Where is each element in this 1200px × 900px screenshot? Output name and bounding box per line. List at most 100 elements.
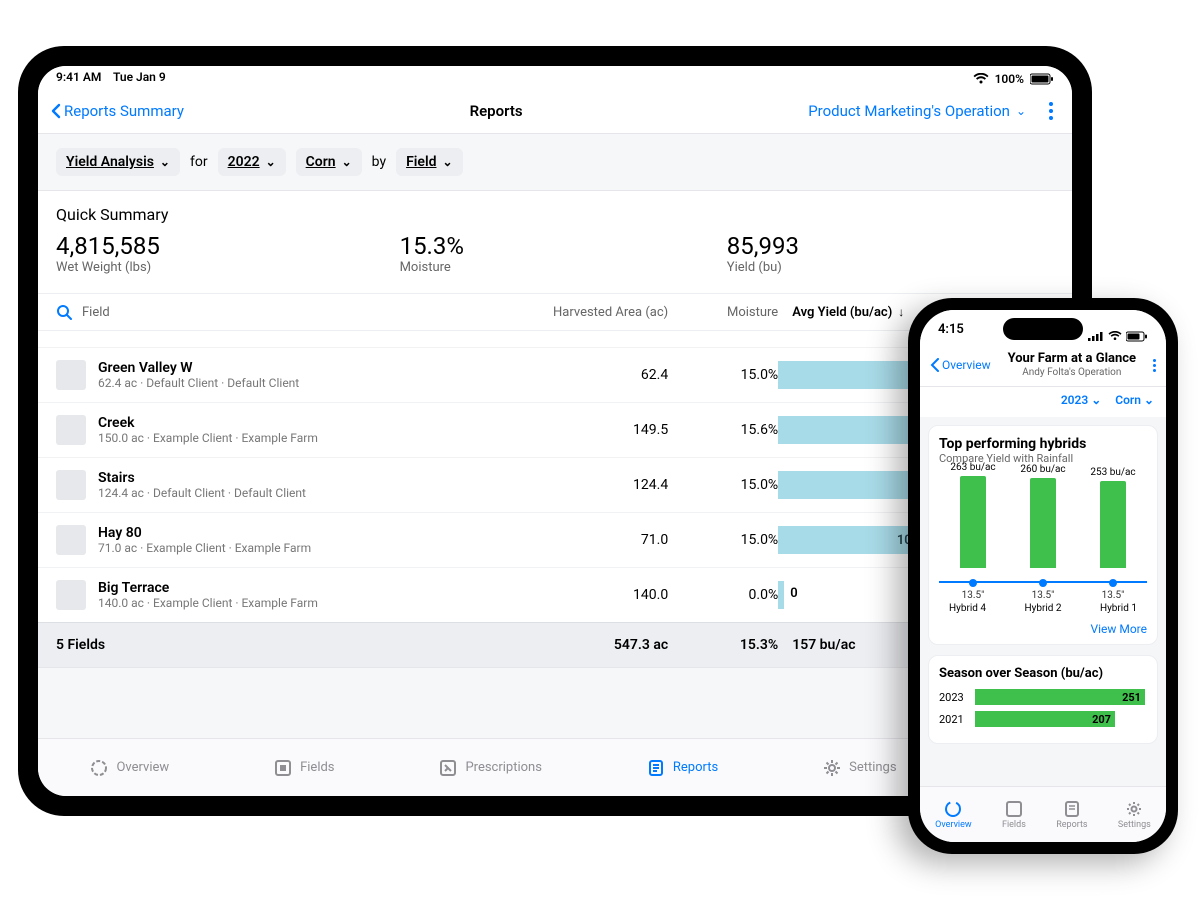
tab-label: Overview	[116, 760, 169, 775]
filter-group[interactable]: Field ⌄	[396, 148, 462, 176]
summary-moisture-label: Moisture	[400, 260, 727, 275]
operation-selector[interactable]: Product Marketing's Operation ⌄	[808, 102, 1026, 120]
tab-settings[interactable]: Settings	[1118, 800, 1151, 830]
tab-fields[interactable]: Fields	[1002, 800, 1026, 830]
cell-moisture: 15.6%	[668, 422, 778, 438]
hybrid-rainfall-value: 13.5"	[1102, 590, 1125, 601]
top-hybrids-card: Top performing hybrids Compare Yield wit…	[928, 425, 1158, 645]
field-thumbnail	[56, 525, 86, 555]
dynamic-island	[1003, 318, 1083, 340]
field-thumbnail	[56, 470, 86, 500]
filter-group-label: Field	[406, 154, 436, 170]
hybrids-chart: 263 bu/ac 13.5" 260 bu/ac 13.5" 253 bu/a…	[939, 471, 1147, 601]
filter-preset[interactable]: Yield Analysis ⌄	[56, 148, 180, 176]
page-title: Your Farm at a Glance	[1008, 352, 1137, 367]
tab-label: Fields	[300, 760, 334, 775]
wifi-icon	[973, 73, 989, 85]
card-title: Top performing hybrids	[939, 436, 1147, 452]
battery-icon	[1126, 331, 1148, 342]
back-button[interactable]: Overview	[930, 358, 991, 372]
reports-icon	[1063, 800, 1081, 818]
field-subtext: 124.4 ac · Default Client · Default Clie…	[98, 486, 306, 500]
search-icon[interactable]	[56, 304, 72, 320]
rainfall-point	[1109, 579, 1117, 587]
iphone-nav-bar: Overview Your Farm at a Glance Andy Folt…	[920, 350, 1166, 387]
tab-reports[interactable]: Reports	[647, 759, 718, 777]
tab-overview[interactable]: Overview	[90, 759, 169, 777]
hybrid-col: 260 bu/ac 13.5"	[1015, 464, 1071, 601]
tab-label: Prescriptions	[465, 760, 541, 775]
totals-moisture: 15.3%	[668, 637, 778, 653]
tab-prescriptions[interactable]: Prescriptions	[439, 759, 541, 777]
hybrid-rainfall-value: 13.5"	[1032, 590, 1055, 601]
more-menu-button[interactable]	[1153, 359, 1156, 372]
page-title: Reports	[470, 102, 523, 120]
rainfall-point	[969, 579, 977, 587]
tab-fields[interactable]: Fields	[274, 759, 334, 777]
field-subtext: 71.0 ac · Example Client · Example Farm	[98, 541, 311, 555]
field-thumbnail	[56, 360, 86, 390]
season-over-season-card: Season over Season (bu/ac) 2023 251 2021…	[928, 655, 1158, 744]
field-name: Green Valley W	[98, 360, 299, 376]
tab-label: Overview	[935, 820, 971, 830]
filter-year[interactable]: 2023 ⌄	[1061, 393, 1101, 407]
summary-moisture-value: 15.3%	[400, 232, 727, 260]
col-field-label[interactable]: Field	[82, 305, 110, 320]
chevron-down-icon: ⌄	[266, 155, 276, 169]
back-label: Reports Summary	[64, 102, 184, 120]
cell-moisture: 15.0%	[668, 477, 778, 493]
col-area-label[interactable]: Harvested Area (ac)	[508, 305, 668, 320]
summary-wet-weight-label: Wet Weight (lbs)	[56, 260, 400, 275]
card-title: Season over Season (bu/ac)	[939, 666, 1147, 681]
totals-area: 547.3 ac	[508, 637, 668, 653]
sort-descending-icon: ↓	[898, 305, 904, 319]
chevron-left-icon	[50, 103, 62, 119]
cell-moisture: 15.0%	[668, 367, 778, 383]
field-name: Stairs	[98, 470, 306, 486]
tab-reports[interactable]: Reports	[1056, 800, 1087, 830]
filter-crop-label: Corn	[306, 154, 336, 170]
hybrid-yield-value: 260 bu/ac	[1020, 464, 1065, 475]
iphone-filter-bar: 2023 ⌄ Corn ⌄	[920, 387, 1166, 417]
summary-wet-weight-value: 4,815,585	[56, 232, 400, 260]
tab-label: Settings	[1118, 820, 1151, 830]
totals-count: 5 Fields	[56, 637, 508, 653]
view-more-link[interactable]: View More	[939, 622, 1147, 636]
tab-settings[interactable]: Settings	[823, 759, 896, 777]
filter-crop[interactable]: Corn ⌄	[1115, 393, 1154, 407]
back-button[interactable]: Reports Summary	[50, 102, 184, 120]
col-moisture-label[interactable]: Moisture	[668, 305, 778, 320]
field-subtext: 150.0 ac · Example Client · Example Farm	[98, 431, 318, 445]
cell-moisture: 0.0%	[668, 587, 778, 603]
hybrid-yield-value: 263 bu/ac	[950, 462, 995, 473]
summary-yield-label: Yield (bu)	[727, 260, 1054, 275]
status-date: Tue Jan 9	[113, 70, 166, 84]
cell-area: 124.4	[508, 477, 668, 493]
sos-row: 2021 207	[939, 711, 1147, 727]
filter-year-label: 2022	[228, 154, 260, 170]
filter-year[interactable]: 2022 ⌄	[218, 148, 286, 176]
chevron-down-icon: ⌄	[160, 155, 170, 169]
battery-icon	[1030, 73, 1054, 85]
tab-label: Fields	[1002, 820, 1026, 830]
chevron-down-icon: ⌄	[1144, 393, 1154, 407]
cell-area: 71.0	[508, 532, 668, 548]
sos-year: 2023	[939, 691, 969, 704]
field-name: Big Terrace	[98, 580, 318, 596]
summary-yield-value: 85,993	[727, 232, 1054, 260]
chevron-down-icon: ⌄	[1091, 393, 1101, 407]
more-menu-button[interactable]	[1042, 102, 1060, 120]
hybrid-col: 253 bu/ac 13.5"	[1085, 467, 1141, 601]
iphone-screen: 4:15 Overview Your Farm at a Glance Andy…	[920, 310, 1166, 842]
tab-overview[interactable]: Overview	[935, 800, 971, 830]
filter-crop[interactable]: Corn ⌄	[296, 148, 362, 176]
tab-label: Reports	[673, 760, 718, 775]
field-subtext: 62.4 ac · Default Client · Default Clien…	[98, 376, 299, 390]
cellular-icon	[1088, 331, 1104, 341]
sos-bar: 251	[975, 689, 1145, 705]
battery-percent: 100%	[995, 72, 1024, 86]
rainfall-point	[1039, 579, 1047, 587]
cell-area: 140.0	[508, 587, 668, 603]
chevron-down-icon: ⌄	[1016, 104, 1026, 118]
gear-icon	[823, 759, 841, 777]
